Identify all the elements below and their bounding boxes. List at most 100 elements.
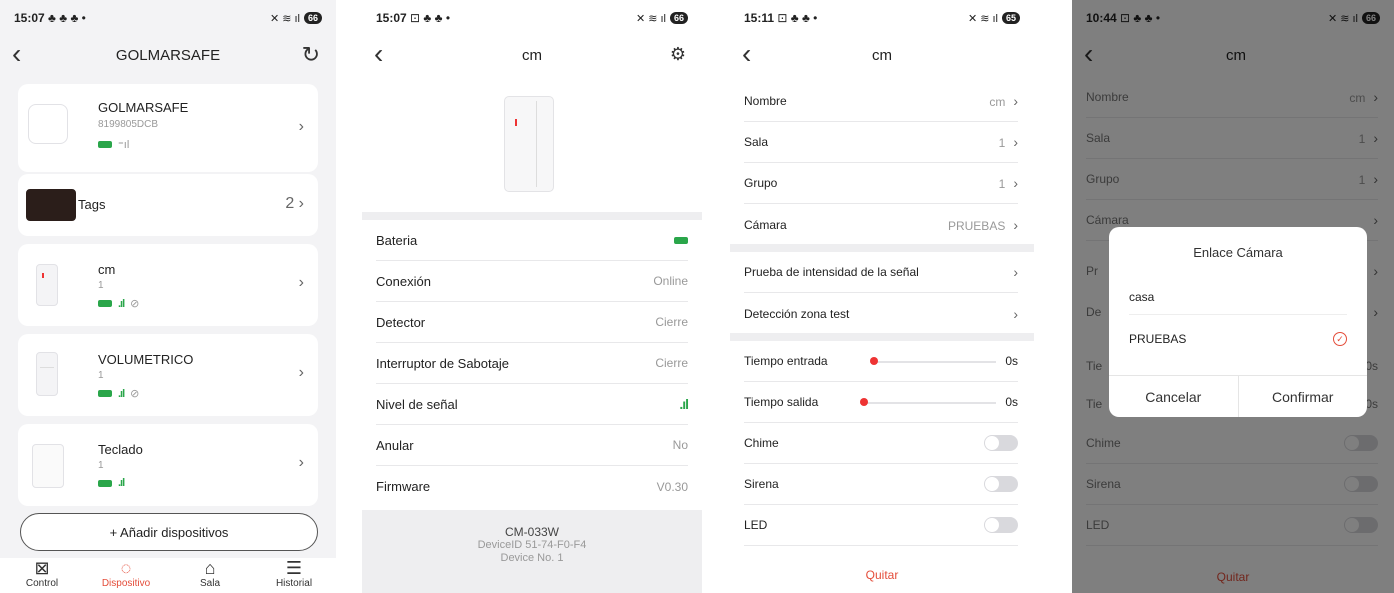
page-title: GOLMARSAFE bbox=[115, 46, 221, 64]
quit-button[interactable]: Quitar bbox=[730, 568, 1034, 582]
gear-icon[interactable]: ⚙ bbox=[670, 44, 686, 65]
row-value: V0.30 bbox=[656, 479, 688, 494]
row-value: Cierre bbox=[655, 356, 688, 370]
motion-sensor-image bbox=[36, 352, 58, 396]
hub-id: 8199805DCB bbox=[98, 119, 159, 130]
header: ‹ cm bbox=[730, 36, 1034, 74]
row-firmware: Firmware V0.30 bbox=[376, 466, 688, 507]
led-toggle[interactable] bbox=[984, 517, 1018, 533]
device-icon: ◌ bbox=[120, 558, 132, 578]
add-device-button[interactable]: + Añadir dispositivos bbox=[20, 513, 318, 551]
camera-link-dialog: Enlace Cámara casa PRUEBAS ✓ Cancelar Con… bbox=[1109, 227, 1367, 417]
chevron-right-icon: › bbox=[1013, 264, 1018, 280]
chime-toggle[interactable] bbox=[984, 435, 1018, 451]
row-label: Grupo bbox=[744, 176, 778, 190]
tab-control[interactable]: ⊠ Control bbox=[7, 558, 77, 593]
chevron-right-icon: › bbox=[298, 364, 304, 381]
cancel-button[interactable]: Cancelar bbox=[1109, 376, 1238, 417]
device-room: 1 bbox=[98, 460, 104, 471]
row-prueba-senal[interactable]: Prueba de intensidad de la señal › bbox=[744, 252, 1018, 293]
battery-indicator: 65 bbox=[1001, 12, 1020, 24]
refresh-icon[interactable]: ↻ bbox=[302, 42, 320, 68]
page-title: cm bbox=[522, 46, 542, 64]
row-value: 1› bbox=[998, 134, 1018, 150]
bypass-icon: ⊘ bbox=[130, 298, 140, 310]
device-card-volumetrico[interactable]: VOLUMETRICO 1 .ıl ⊘ › bbox=[18, 334, 318, 416]
device-room: 1 bbox=[98, 280, 104, 291]
row-sabotaje: Interruptor de Sabotaje Cierre bbox=[376, 343, 688, 384]
chevron-right-icon: › bbox=[298, 118, 304, 135]
device-status-icons: .ıl ⊘ bbox=[98, 387, 139, 400]
wifi-icon: ✕ ≋ ıl bbox=[967, 12, 998, 25]
row-tiempo-salida: Tiempo salida 0s bbox=[744, 382, 1018, 423]
row-conexion: Conexión Online bbox=[376, 261, 688, 302]
battery-icon bbox=[674, 236, 688, 244]
row-label: Sala bbox=[744, 135, 769, 149]
row-label: Nivel de señal bbox=[376, 396, 458, 412]
device-name: VOLUMETRICO bbox=[98, 352, 194, 367]
header: ‹ GOLMARSAFE ↻ bbox=[0, 36, 336, 74]
battery-icon bbox=[98, 479, 112, 487]
option-pruebas[interactable]: PRUEBAS ✓ bbox=[1129, 321, 1347, 357]
row-value: 1› bbox=[998, 175, 1018, 191]
battery-indicator: 66 bbox=[303, 12, 322, 24]
status-icons: ⊡ ♣ ♣ • bbox=[777, 11, 818, 25]
row-deteccion-test[interactable]: Detección zona test › bbox=[744, 293, 1018, 334]
control-icon: ⊠ bbox=[34, 558, 50, 578]
device-id: DeviceID 51-74-F0-F4 bbox=[477, 539, 587, 551]
device-card-cm[interactable]: cm 1 .ıl ⊘ › bbox=[18, 244, 318, 326]
device-card-teclado[interactable]: Teclado 1 .ıl › bbox=[18, 424, 318, 506]
tab-label: Control bbox=[25, 578, 59, 589]
signal-icon: .ıl bbox=[679, 396, 689, 412]
status-time: 15:07 bbox=[14, 11, 45, 25]
row-label: Anular bbox=[376, 437, 414, 453]
row-bateria: Bateria bbox=[376, 220, 688, 261]
row-nombre[interactable]: Nombre cm› bbox=[744, 81, 1018, 122]
tags-card[interactable]: Tags 2 › bbox=[18, 174, 318, 236]
row-grupo[interactable]: Grupo 1› bbox=[744, 163, 1018, 204]
status-left: 15:07 ⊡ ♣ ♣ • bbox=[376, 11, 450, 25]
keypad-image bbox=[32, 444, 64, 488]
divider bbox=[730, 244, 1034, 252]
row-value: Cierre bbox=[655, 315, 688, 329]
back-chevron-icon[interactable]: ‹ bbox=[742, 39, 751, 69]
row-label: Sirena bbox=[744, 477, 779, 491]
hub-name: GOLMARSAFE bbox=[98, 100, 189, 115]
device-info-footer: CM-033W DeviceID 51-74-F0-F4 Device No. … bbox=[362, 510, 702, 593]
divider bbox=[362, 212, 702, 220]
device-number: Device No. 1 bbox=[500, 552, 564, 564]
chevron-right-icon: › bbox=[1013, 305, 1018, 322]
status-bar: 15:07 ♣ ♣ ♣ • ✕ ≋ ıl 66 bbox=[0, 0, 336, 36]
slider-knob[interactable] bbox=[870, 357, 878, 365]
back-chevron-icon[interactable]: ‹ bbox=[374, 39, 383, 69]
tag-image bbox=[26, 189, 76, 221]
network-icon: ⁼ıl bbox=[118, 139, 130, 151]
tab-sala[interactable]: ⌂ Sala bbox=[175, 558, 245, 593]
row-sala[interactable]: Sala 1› bbox=[744, 122, 1018, 163]
battery-icon bbox=[98, 141, 112, 148]
sirena-toggle[interactable] bbox=[984, 476, 1018, 492]
entrada-slider[interactable] bbox=[870, 357, 996, 365]
option-casa[interactable]: casa bbox=[1129, 279, 1347, 315]
tab-historial[interactable]: ☰ Historial bbox=[259, 558, 329, 593]
tab-label: Historial bbox=[275, 578, 313, 589]
salida-slider[interactable] bbox=[860, 398, 996, 406]
door-sensor-image bbox=[36, 264, 58, 306]
battery-icon bbox=[98, 300, 112, 307]
check-icon: ✓ bbox=[1333, 332, 1347, 346]
header: ‹ cm ⚙ bbox=[362, 36, 702, 74]
screen-device-detail: 15:07 ⊡ ♣ ♣ • ✕ ≋ ıl 66 ‹ cm ⚙ Bateria Co… bbox=[362, 0, 702, 593]
back-chevron-icon[interactable]: ‹ bbox=[12, 39, 21, 69]
option-label: casa bbox=[1129, 289, 1155, 304]
tab-dispositivo[interactable]: ◌ Dispositivo bbox=[91, 558, 161, 593]
status-left: 15:11 ⊡ ♣ ♣ • bbox=[744, 11, 817, 25]
row-camara[interactable]: Cámara PRUEBAS › bbox=[744, 204, 1018, 245]
confirm-button[interactable]: Confirmar bbox=[1237, 376, 1368, 417]
dialog-buttons: Cancelar Confirmar bbox=[1109, 375, 1367, 417]
battery-icon bbox=[98, 390, 112, 397]
status-bar: 15:07 ⊡ ♣ ♣ • ✕ ≋ ıl 66 bbox=[362, 0, 702, 36]
history-icon: ☰ bbox=[285, 558, 303, 578]
status-bar: 15:11 ⊡ ♣ ♣ • ✕ ≋ ıl 65 bbox=[730, 0, 1034, 36]
hub-card[interactable]: GOLMARSAFE 8199805DCB ⁼ıl › bbox=[18, 84, 318, 172]
slider-knob[interactable] bbox=[860, 398, 868, 406]
